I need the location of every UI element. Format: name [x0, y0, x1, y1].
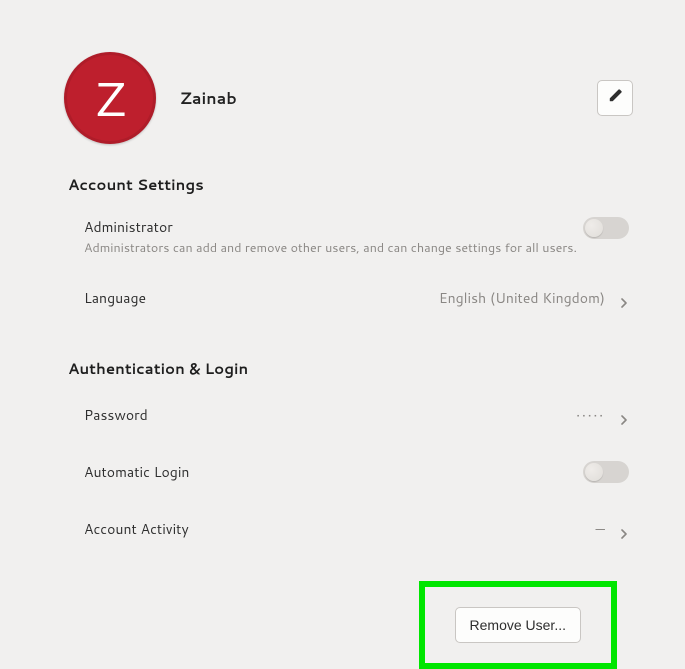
account-activity-value: —	[596, 519, 605, 539]
automatic-login-label: Automatic Login	[84, 462, 583, 482]
avatar[interactable]: Z	[64, 52, 156, 144]
footer-actions: Remove User...	[12, 557, 673, 669]
automatic-login-toggle[interactable]	[583, 461, 629, 483]
row-password[interactable]: Password •••••	[12, 387, 673, 443]
administrator-description: Administrators can add and remove other …	[84, 240, 583, 256]
password-label: Password	[84, 405, 576, 425]
row-account-activity[interactable]: Account Activity —	[12, 501, 673, 557]
edit-user-button[interactable]	[597, 80, 633, 116]
row-administrator[interactable]: Administrator Administrators can add and…	[12, 203, 673, 270]
user-display-name: Zainab	[180, 87, 237, 110]
chevron-right-icon	[619, 293, 629, 303]
chevron-right-icon	[619, 524, 629, 534]
administrator-toggle[interactable]	[583, 217, 629, 239]
remove-user-button[interactable]: Remove User...	[455, 607, 581, 643]
row-language[interactable]: Language English (United Kingdom)	[12, 270, 673, 326]
pencil-icon	[608, 88, 623, 108]
account-activity-label: Account Activity	[84, 519, 596, 539]
avatar-initial: Z	[94, 64, 126, 132]
highlight-annotation: Remove User...	[419, 581, 617, 669]
chevron-right-icon	[619, 410, 629, 420]
row-automatic-login[interactable]: Automatic Login	[12, 443, 673, 501]
language-value: English (United Kingdom)	[439, 288, 605, 308]
section-title-auth: Authentication & Login	[12, 348, 673, 387]
section-title-account: Account Settings	[12, 164, 673, 203]
user-header: Z Zainab	[12, 0, 673, 164]
password-value: •••••	[576, 407, 605, 424]
administrator-label: Administrator	[84, 217, 583, 237]
language-label: Language	[84, 288, 439, 308]
